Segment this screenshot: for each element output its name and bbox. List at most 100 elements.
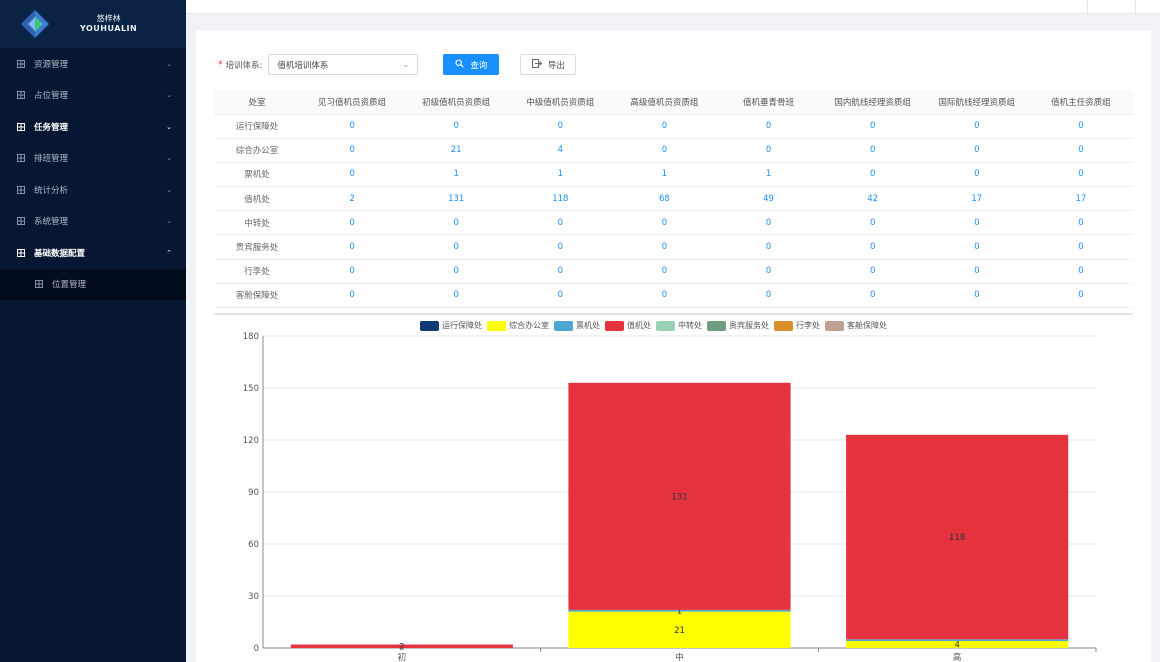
table-cell-count[interactable]: 0 — [404, 259, 509, 284]
table-cell-count[interactable]: 0 — [820, 210, 925, 236]
table-cell-count[interactable]: 0 — [716, 138, 821, 163]
table-cell-count[interactable]: 0 — [1028, 283, 1133, 309]
table-cell-count[interactable]: 0 — [820, 138, 925, 163]
table-cell-count[interactable]: 0 — [612, 210, 717, 236]
sidebar-item-placeholder[interactable]: 占位管理 ⌄ — [0, 80, 186, 112]
table-cell-count[interactable]: 0 — [300, 234, 405, 260]
query-button[interactable]: 查询 — [443, 54, 500, 75]
legend-swatch — [707, 320, 726, 331]
table-cell-count[interactable]: 0 — [300, 138, 405, 163]
table-cell-count[interactable]: 0 — [404, 283, 509, 309]
table-cell-count[interactable]: 49 — [716, 186, 821, 212]
row-department-name: 客舱保障处 — [214, 283, 300, 309]
table-cell-count[interactable]: 0 — [716, 283, 821, 309]
table-cell-count[interactable]: 0 — [716, 210, 821, 236]
table-cell-count[interactable]: 0 — [404, 210, 509, 236]
table-cell-count[interactable]: 0 — [1028, 114, 1133, 139]
table-cell-count[interactable]: 0 — [924, 210, 1029, 236]
sidebar: 悠梓林 YOUHUALIN 资源管理 ⌄ 占位管理 ⌄ 任务管理 ⌄ 排班管理 … — [0, 0, 186, 662]
data-label: 131 — [671, 492, 687, 502]
y-tick-label: 30 — [248, 592, 259, 602]
table-cell-count[interactable]: 0 — [612, 114, 717, 139]
table-cell-count[interactable]: 0 — [1028, 162, 1133, 188]
row-department-name: 行李处 — [214, 259, 300, 284]
table-cell-count[interactable]: 0 — [300, 283, 405, 309]
table-cell-count[interactable]: 0 — [404, 234, 509, 260]
table-header: 值机主任资质组 — [1028, 90, 1133, 115]
table-row: 行李处 0 0 0 0 0 0 0 0 — [214, 259, 1133, 284]
export-button[interactable]: 导出 — [520, 54, 577, 75]
table-cell-count[interactable]: 0 — [820, 114, 925, 139]
sidebar-item-resource[interactable]: 资源管理 ⌄ — [0, 48, 186, 80]
table-cell-count[interactable]: 0 — [300, 259, 405, 284]
chevron-up-icon: ⌃ — [166, 248, 172, 257]
filter-toolbar: * 培训体系: 值机培训体系 ⌄ 查询 导出 — [218, 54, 577, 75]
data-label: 21 — [674, 626, 685, 636]
table-cell-count[interactable]: 0 — [1028, 210, 1133, 236]
table-cell-count[interactable]: 0 — [612, 259, 717, 284]
table-cell-count[interactable]: 17 — [924, 186, 1029, 212]
table-cell-count[interactable]: 4 — [508, 138, 613, 163]
sidebar-item-basedata[interactable]: 基础数据配置 ⌃ — [0, 237, 186, 269]
table-cell-count[interactable]: 1 — [612, 162, 717, 188]
sidebar-item-system[interactable]: 系统管理 ⌄ — [0, 206, 186, 238]
table-cell-count[interactable]: 0 — [508, 259, 613, 284]
table-cell-count[interactable]: 0 — [300, 210, 405, 236]
table-row: 中转处 0 0 0 0 0 0 0 0 — [214, 210, 1133, 236]
sidebar-item-statistics[interactable]: 统计分析 ⌄ — [0, 174, 186, 206]
table-cell-count[interactable]: 0 — [820, 259, 925, 284]
table-cell-count[interactable]: 68 — [612, 186, 717, 212]
x-tick-label: 中 — [675, 652, 684, 662]
table-cell-count[interactable]: 0 — [716, 234, 821, 260]
chevron-down-icon: ⌄ — [166, 185, 172, 194]
table-cell-count[interactable]: 42 — [820, 186, 925, 212]
training-system-select[interactable]: 值机培训体系 ⌄ — [268, 54, 419, 75]
table-cell-count[interactable]: 0 — [300, 114, 405, 139]
table-row: 值机处 2 131 118 68 49 42 17 17 — [214, 186, 1133, 212]
table-cell-count[interactable]: 0 — [924, 259, 1029, 284]
row-department-name: 票机处 — [214, 162, 300, 188]
table-cell-count[interactable]: 0 — [716, 259, 821, 284]
table-cell-count[interactable]: 0 — [924, 138, 1029, 163]
table-cell-count[interactable]: 0 — [612, 234, 717, 260]
table-cell-count[interactable]: 0 — [820, 283, 925, 309]
table-cell-count[interactable]: 0 — [820, 234, 925, 260]
table-cell-count[interactable]: 1 — [404, 162, 509, 188]
table-cell-count[interactable]: 2 — [300, 186, 405, 212]
table-cell-count[interactable]: 118 — [508, 186, 613, 212]
y-tick-label: 60 — [248, 540, 259, 550]
table-cell-count[interactable]: 0 — [924, 283, 1029, 309]
x-tick-label: 高 — [953, 652, 962, 662]
table-cell-count[interactable]: 0 — [924, 114, 1029, 139]
table-cell-count[interactable]: 0 — [924, 162, 1029, 188]
table-cell-count[interactable]: 0 — [612, 283, 717, 309]
legend-swatch — [487, 320, 506, 331]
table-cell-count[interactable]: 0 — [508, 210, 613, 236]
table-cell-count[interactable]: 1 — [508, 162, 613, 188]
legend-swatch — [605, 320, 624, 331]
table-cell-count[interactable]: 0 — [1028, 259, 1133, 284]
table-cell-count[interactable]: 131 — [404, 186, 509, 212]
table-cell-count[interactable]: 0 — [612, 138, 717, 163]
chevron-down-icon: ⌄ — [166, 154, 172, 163]
table-cell-count[interactable]: 0 — [1028, 138, 1133, 163]
sidebar-item-schedule[interactable]: 排班管理 ⌄ — [0, 143, 186, 175]
table-cell-count[interactable]: 0 — [924, 234, 1029, 260]
x-tick-label: 初 — [398, 652, 407, 662]
table-cell-count[interactable]: 0 — [404, 114, 509, 139]
table-cell-count[interactable]: 0 — [1028, 234, 1133, 260]
table-cell-count[interactable]: 1 — [716, 162, 821, 188]
sidebar-item-label: 系统管理 — [34, 217, 69, 228]
table-cell-count[interactable]: 0 — [300, 162, 405, 188]
table-cell-count[interactable]: 21 — [404, 138, 509, 163]
table-cell-count[interactable]: 0 — [508, 283, 613, 309]
sidebar-subitem-location[interactable]: 位置管理 — [0, 269, 186, 301]
stacked-bar-chart: 03060901201501802初211131中4118高 — [243, 332, 1097, 662]
table-cell-count[interactable]: 17 — [1028, 186, 1133, 212]
sidebar-item-task[interactable]: 任务管理 ⌄ — [0, 111, 186, 143]
table-cell-count[interactable]: 0 — [716, 114, 821, 139]
table-cell-count[interactable]: 0 — [820, 162, 925, 188]
table-cell-count[interactable]: 0 — [508, 234, 613, 260]
table-cell-count[interactable]: 0 — [508, 114, 613, 139]
row-department-name: 中转处 — [214, 210, 300, 236]
